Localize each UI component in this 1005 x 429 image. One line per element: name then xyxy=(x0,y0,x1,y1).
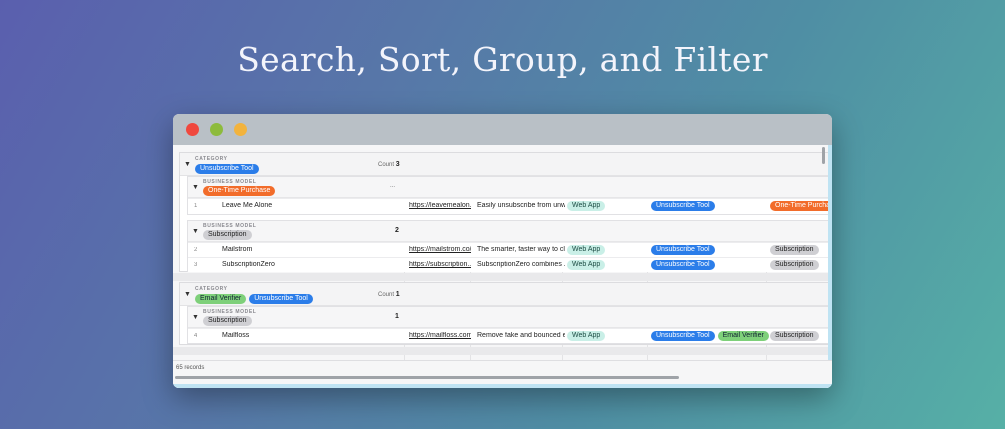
business-model-subgroup: ▼ BUSINESS MODEL Subscription 1 4 Mailfl… xyxy=(187,306,828,344)
business-model-tag: One-Time Purchase xyxy=(770,201,828,211)
grid-view: ▼ CATEGORY Unsubscribe Tool Count 3 ▼ BU… xyxy=(173,145,832,388)
cell-category[interactable]: Unsubscribe Tool Email Verifier xyxy=(651,331,769,341)
category-tag: Unsubscribe Tool xyxy=(651,331,715,341)
cell-platform[interactable]: Web App xyxy=(567,331,606,341)
group-header[interactable]: ▼ CATEGORY Unsubscribe Tool Count 3 xyxy=(180,153,828,176)
subgroup-count: 1 xyxy=(395,313,399,320)
category-tag: Unsubscribe Tool xyxy=(651,245,715,255)
cell-url-link[interactable]: https://leavemealon... xyxy=(409,202,471,209)
cell-business-model[interactable]: One-Time Purchase xyxy=(770,201,828,211)
table-row[interactable]: 3 SubscriptionZero https://subscription.… xyxy=(188,257,828,272)
subgroup-more[interactable]: ... xyxy=(390,183,395,189)
app-window: ▼ CATEGORY Unsubscribe Tool Count 3 ▼ BU… xyxy=(173,114,832,388)
group-separator xyxy=(173,347,828,355)
table-row[interactable]: 1 Leave Me Alone https://leavemealon... … xyxy=(188,198,828,213)
window-edge xyxy=(828,145,832,388)
business-model-tag: Subscription xyxy=(770,245,819,255)
cell-category[interactable]: Unsubscribe Tool xyxy=(651,245,715,255)
row-number: 3 xyxy=(194,262,198,268)
count-label: Count xyxy=(378,292,395,298)
collapse-triangle-icon[interactable]: ▼ xyxy=(192,228,199,235)
subgroup-caption: BUSINESS MODEL xyxy=(203,223,257,229)
close-window-button[interactable] xyxy=(186,123,199,136)
group-count: Count 1 xyxy=(378,291,400,298)
business-model-tag: Subscription xyxy=(770,260,819,270)
cell-name[interactable]: Leave Me Alone xyxy=(222,202,402,209)
row-number: 2 xyxy=(194,247,198,253)
category-tag: Unsubscribe Tool xyxy=(195,164,259,174)
horizontal-scrollbar[interactable] xyxy=(175,376,679,379)
grouped-table: ▼ CATEGORY Unsubscribe Tool Count 3 ▼ BU… xyxy=(173,145,828,360)
title-bar xyxy=(173,114,832,145)
record-count: 65 records xyxy=(176,365,205,371)
minimize-window-button[interactable] xyxy=(210,123,223,136)
cell-description[interactable]: Easily unsubscribe from unw... xyxy=(477,202,565,209)
business-model-subgroup: ▼ BUSINESS MODEL One-Time Purchase ... 1… xyxy=(187,176,828,215)
cell-url-link[interactable]: https://subscription... xyxy=(409,261,471,268)
zoom-window-button[interactable] xyxy=(234,123,247,136)
cell-business-model[interactable]: Subscription xyxy=(770,260,828,270)
group-count: Count 3 xyxy=(378,161,400,168)
subgroup-caption: BUSINESS MODEL xyxy=(203,179,257,185)
group-separator xyxy=(173,273,828,281)
business-model-subgroup: ▼ BUSINESS MODEL Subscription 2 2 Mailst… xyxy=(187,220,828,272)
subgroup-header[interactable]: ▼ BUSINESS MODEL Subscription 1 xyxy=(188,307,828,328)
business-model-tag: Subscription xyxy=(770,331,819,341)
subgroup-header[interactable]: ▼ BUSINESS MODEL Subscription 2 xyxy=(188,221,828,242)
platform-tag: Web App xyxy=(567,245,606,255)
category-tag: Unsubscribe Tool xyxy=(651,201,715,211)
count-value: 1 xyxy=(395,291,400,298)
cell-category[interactable]: Unsubscribe Tool xyxy=(651,260,715,270)
row-number: 4 xyxy=(194,333,198,339)
window-bottom-edge xyxy=(173,384,832,388)
group-caption: CATEGORY xyxy=(195,286,228,292)
business-model-tag: One-Time Purchase xyxy=(203,186,276,196)
category-group-2: ▼ CATEGORY Email Verifier Unsubscribe Too… xyxy=(179,282,828,345)
collapse-triangle-icon[interactable]: ▼ xyxy=(192,184,199,191)
collapse-triangle-icon[interactable]: ▼ xyxy=(192,314,199,321)
cell-category[interactable]: Unsubscribe Tool xyxy=(651,201,715,211)
cell-name[interactable]: Mailstrom xyxy=(222,246,402,253)
category-group-1: ▼ CATEGORY Unsubscribe Tool Count 3 ▼ BU… xyxy=(179,152,828,272)
group-caption: CATEGORY xyxy=(195,156,228,162)
cell-platform[interactable]: Web App xyxy=(567,201,606,211)
group-header[interactable]: ▼ CATEGORY Email Verifier Unsubscribe Too… xyxy=(180,283,828,306)
subgroup-caption: BUSINESS MODEL xyxy=(203,309,257,315)
platform-tag: Web App xyxy=(567,331,606,341)
collapse-triangle-icon[interactable]: ▼ xyxy=(184,161,191,168)
count-label: Count xyxy=(378,162,395,168)
subgroup-header[interactable]: ▼ BUSINESS MODEL One-Time Purchase ... xyxy=(188,177,828,198)
cell-business-model[interactable]: Subscription xyxy=(770,331,828,341)
count-value: 1 xyxy=(395,313,399,320)
page-headline: Search, Sort, Group, and Filter xyxy=(237,40,768,79)
category-tag: Unsubscribe Tool xyxy=(651,260,715,270)
category-tag: Unsubscribe Tool xyxy=(249,294,313,304)
cell-business-model[interactable]: Subscription xyxy=(770,245,828,255)
cell-description[interactable]: Remove fake and bounced e... xyxy=(477,332,565,339)
cell-platform[interactable]: Web App xyxy=(567,260,606,270)
category-tag: Email Verifier xyxy=(195,294,247,304)
cell-name[interactable]: SubscriptionZero xyxy=(222,261,402,268)
cell-url-link[interactable]: https://mailfloss.com/ xyxy=(409,332,471,339)
business-model-tag: Subscription xyxy=(203,230,252,240)
table-row[interactable]: 2 Mailstrom https://mailstrom.co/ The sm… xyxy=(188,242,828,257)
category-tag: Email Verifier xyxy=(717,331,769,341)
cell-name[interactable]: Mailfloss xyxy=(222,332,402,339)
row-number: 1 xyxy=(194,203,198,209)
cell-url-link[interactable]: https://mailstrom.co/ xyxy=(409,246,471,253)
count-value: 2 xyxy=(395,227,399,234)
business-model-tag: Subscription xyxy=(203,316,252,326)
count-value: 3 xyxy=(395,161,400,168)
subgroup-count: 2 xyxy=(395,227,399,234)
platform-tag: Web App xyxy=(567,201,606,211)
cell-description[interactable]: SubscriptionZero combines ... xyxy=(477,261,565,268)
collapse-triangle-icon[interactable]: ▼ xyxy=(184,291,191,298)
vertical-scrollbar[interactable] xyxy=(822,147,825,164)
cell-platform[interactable]: Web App xyxy=(567,245,606,255)
table-row[interactable]: 4 Mailfloss https://mailfloss.com/ Remov… xyxy=(188,328,828,343)
cell-description[interactable]: The smarter, faster way to cl... xyxy=(477,246,565,253)
platform-tag: Web App xyxy=(567,260,606,270)
